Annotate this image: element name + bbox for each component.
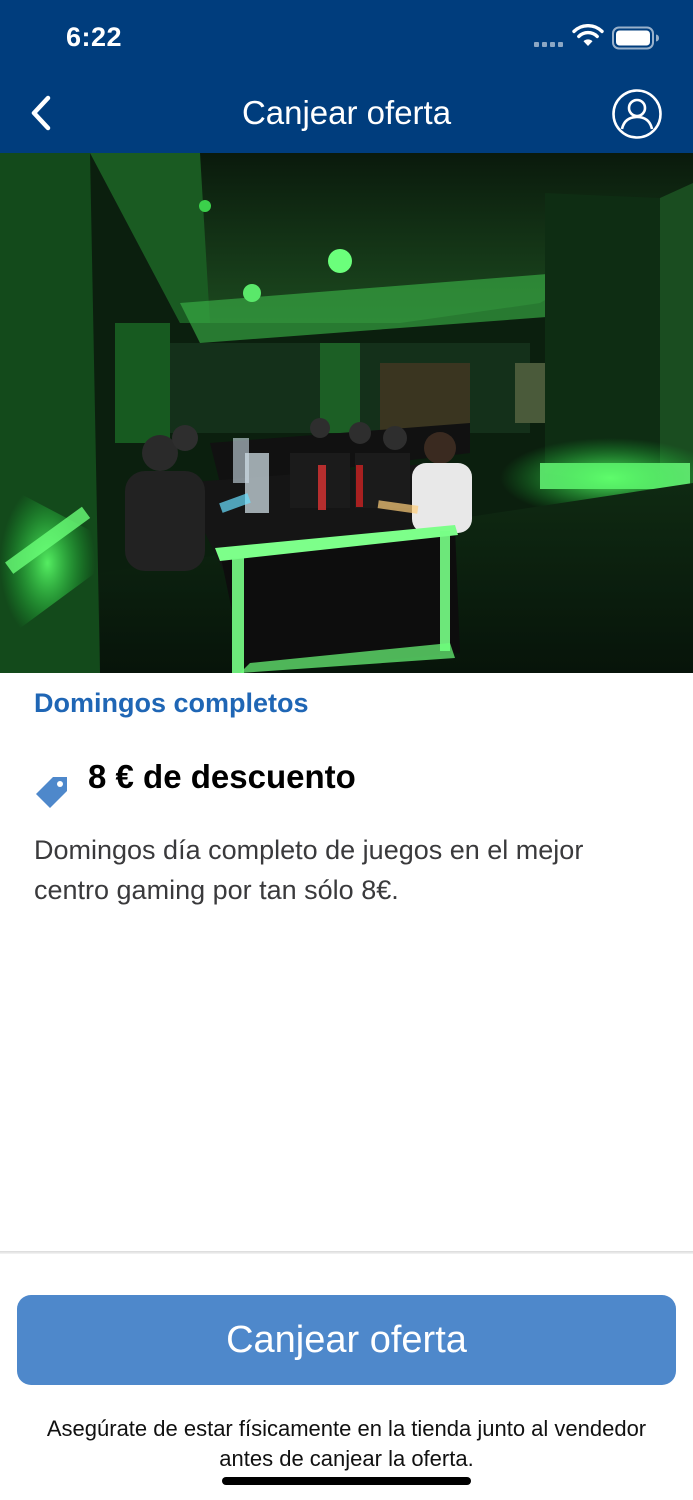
- profile-button[interactable]: [611, 88, 663, 140]
- status-time: 6:22: [66, 22, 123, 52]
- price-tag-icon: [34, 774, 70, 810]
- wifi-icon: [572, 24, 604, 53]
- offer-photo: [0, 153, 693, 673]
- status-bar: 6:22: [0, 0, 693, 76]
- redeem-note: Asegúrate de estar físicamente en la tie…: [46, 1416, 647, 1471]
- offer-name: Domingos completos: [34, 688, 309, 718]
- cellular-signal-icon: [534, 42, 563, 47]
- redeem-offer-button[interactable]: Canjear oferta: [17, 1295, 676, 1385]
- offer-discount: 8 € de descuento: [88, 758, 356, 795]
- page-title: Canjear oferta: [241, 94, 452, 131]
- footer-divider: [0, 1251, 693, 1254]
- battery-icon: [612, 26, 660, 55]
- app-header: 6:22 Canjear oferta: [0, 0, 693, 153]
- home-indicator[interactable]: [222, 1477, 471, 1485]
- user-circle-icon: [612, 89, 662, 139]
- offer-description: Domingos día completo de juegos en el me…: [34, 835, 584, 905]
